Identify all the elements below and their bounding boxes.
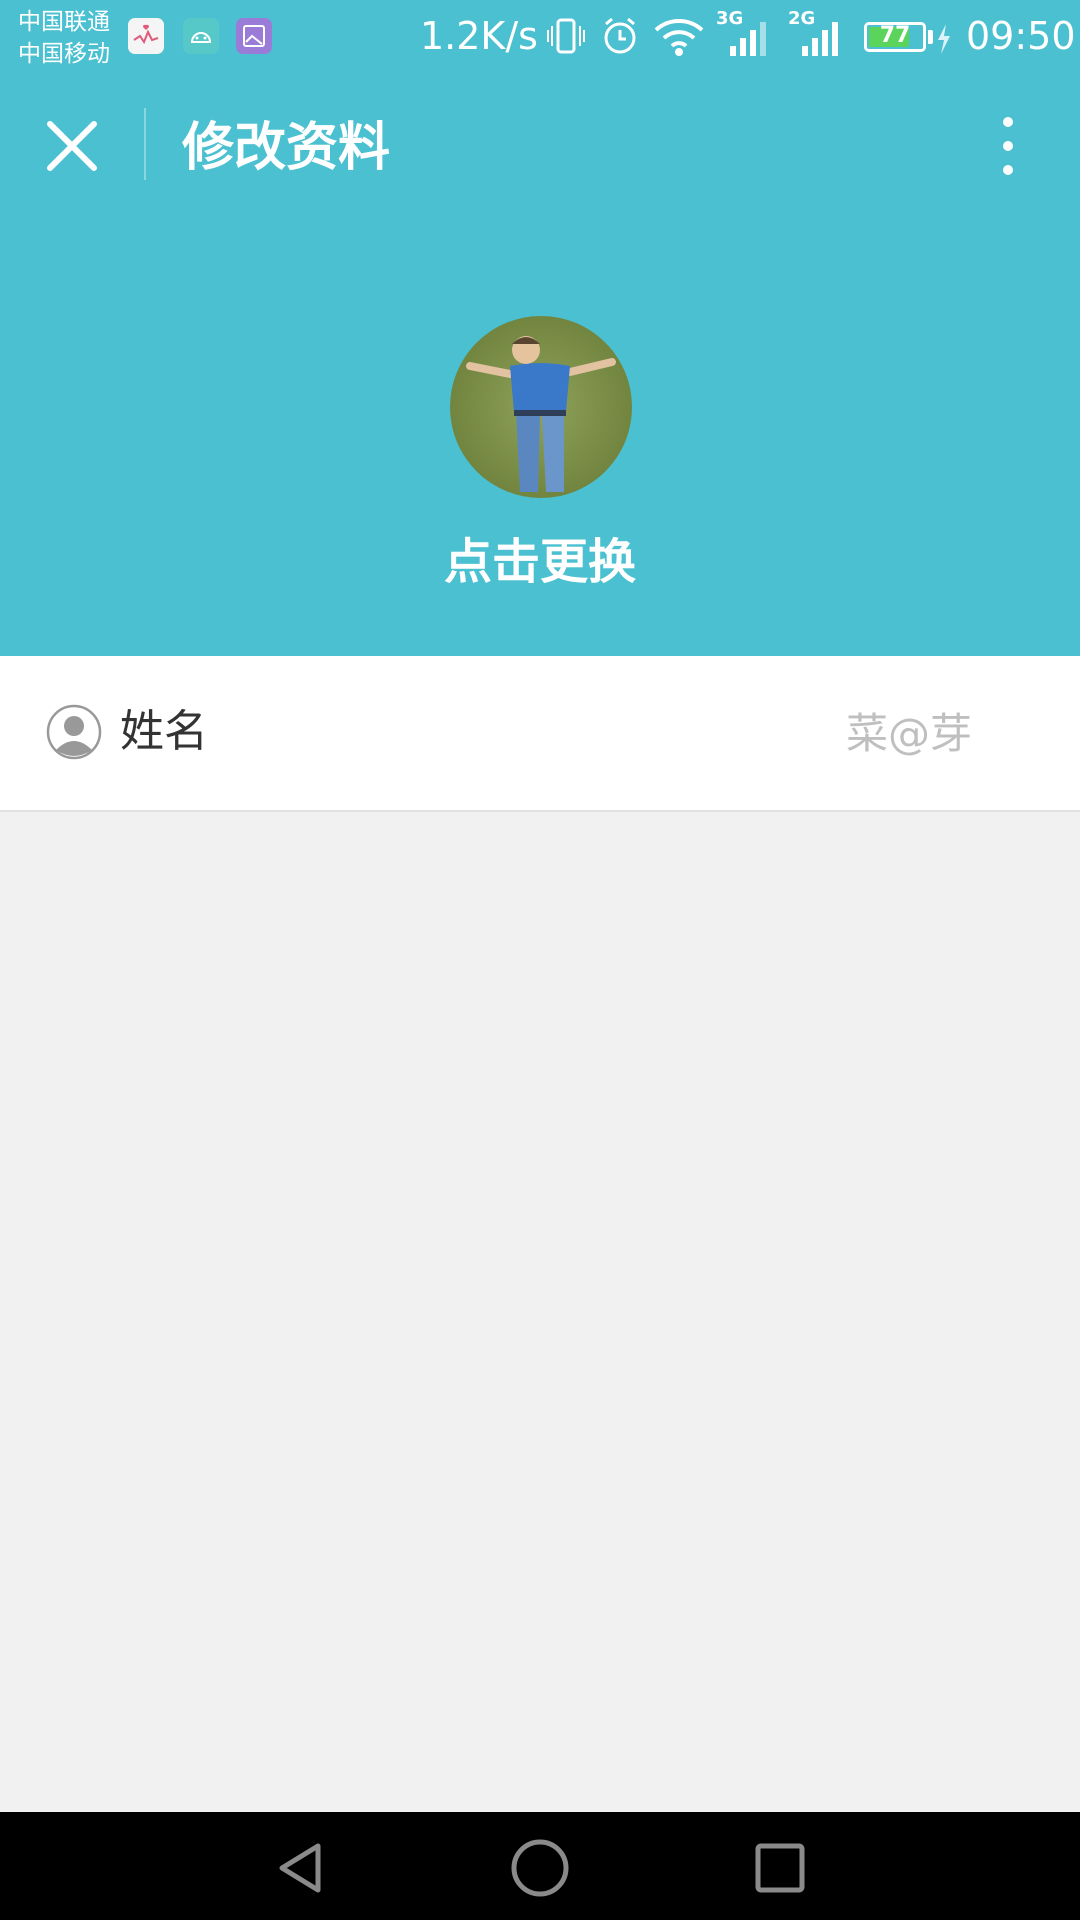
android-icon xyxy=(183,18,219,54)
more-vert-icon xyxy=(1003,117,1013,175)
home-button[interactable] xyxy=(508,1836,572,1900)
user-icon xyxy=(46,704,102,760)
avatar[interactable] xyxy=(450,316,632,498)
signal-3g-label: 3G xyxy=(716,8,744,29)
clock: 09:50 xyxy=(966,14,1076,58)
gallery-icon xyxy=(236,18,272,54)
more-options-button[interactable] xyxy=(984,110,1032,182)
battery-indicator: 77 xyxy=(864,22,926,52)
change-avatar-label[interactable]: 点击更换 xyxy=(0,522,1080,592)
alarm-icon xyxy=(600,14,640,64)
recents-button[interactable] xyxy=(748,1836,812,1900)
signal-2g-icon: 2G xyxy=(788,8,848,64)
app-root: 中国联通 中国移动 1.2K/s 3G 2G 77 09:50 修改资料 点击更… xyxy=(0,0,1080,1920)
page-title: 修改资料 xyxy=(182,118,391,178)
signal-3g-icon: 3G xyxy=(716,8,776,64)
home-icon xyxy=(511,1839,569,1897)
battery-percent: 77 xyxy=(879,23,911,48)
name-value: 菜@芽 xyxy=(845,709,972,758)
close-icon xyxy=(47,121,97,171)
charging-icon xyxy=(934,22,954,60)
recents-icon xyxy=(755,1843,805,1893)
health-app-icon xyxy=(128,18,164,54)
profile-header: 修改资料 点击更换 xyxy=(0,76,1080,656)
title-divider xyxy=(144,108,146,180)
carrier-2: 中国移动 xyxy=(18,41,110,67)
vibrate-icon xyxy=(546,14,586,64)
carrier-info: 中国联通 中国移动 xyxy=(18,6,110,70)
back-icon xyxy=(279,1843,321,1893)
battery-cap xyxy=(928,30,933,44)
name-row[interactable]: 姓名 菜@芽 xyxy=(0,656,1080,812)
system-nav-bar xyxy=(0,1812,1080,1920)
carrier-1: 中国联通 xyxy=(18,9,110,35)
status-bar: 中国联通 中国移动 1.2K/s 3G 2G 77 09:50 xyxy=(0,0,1080,76)
name-label: 姓名 xyxy=(120,706,208,757)
close-button[interactable] xyxy=(36,110,108,182)
wifi-icon xyxy=(652,14,706,64)
back-button[interactable] xyxy=(268,1836,332,1900)
signal-2g-label: 2G xyxy=(788,8,816,29)
network-speed: 1.2K/s xyxy=(420,14,538,58)
